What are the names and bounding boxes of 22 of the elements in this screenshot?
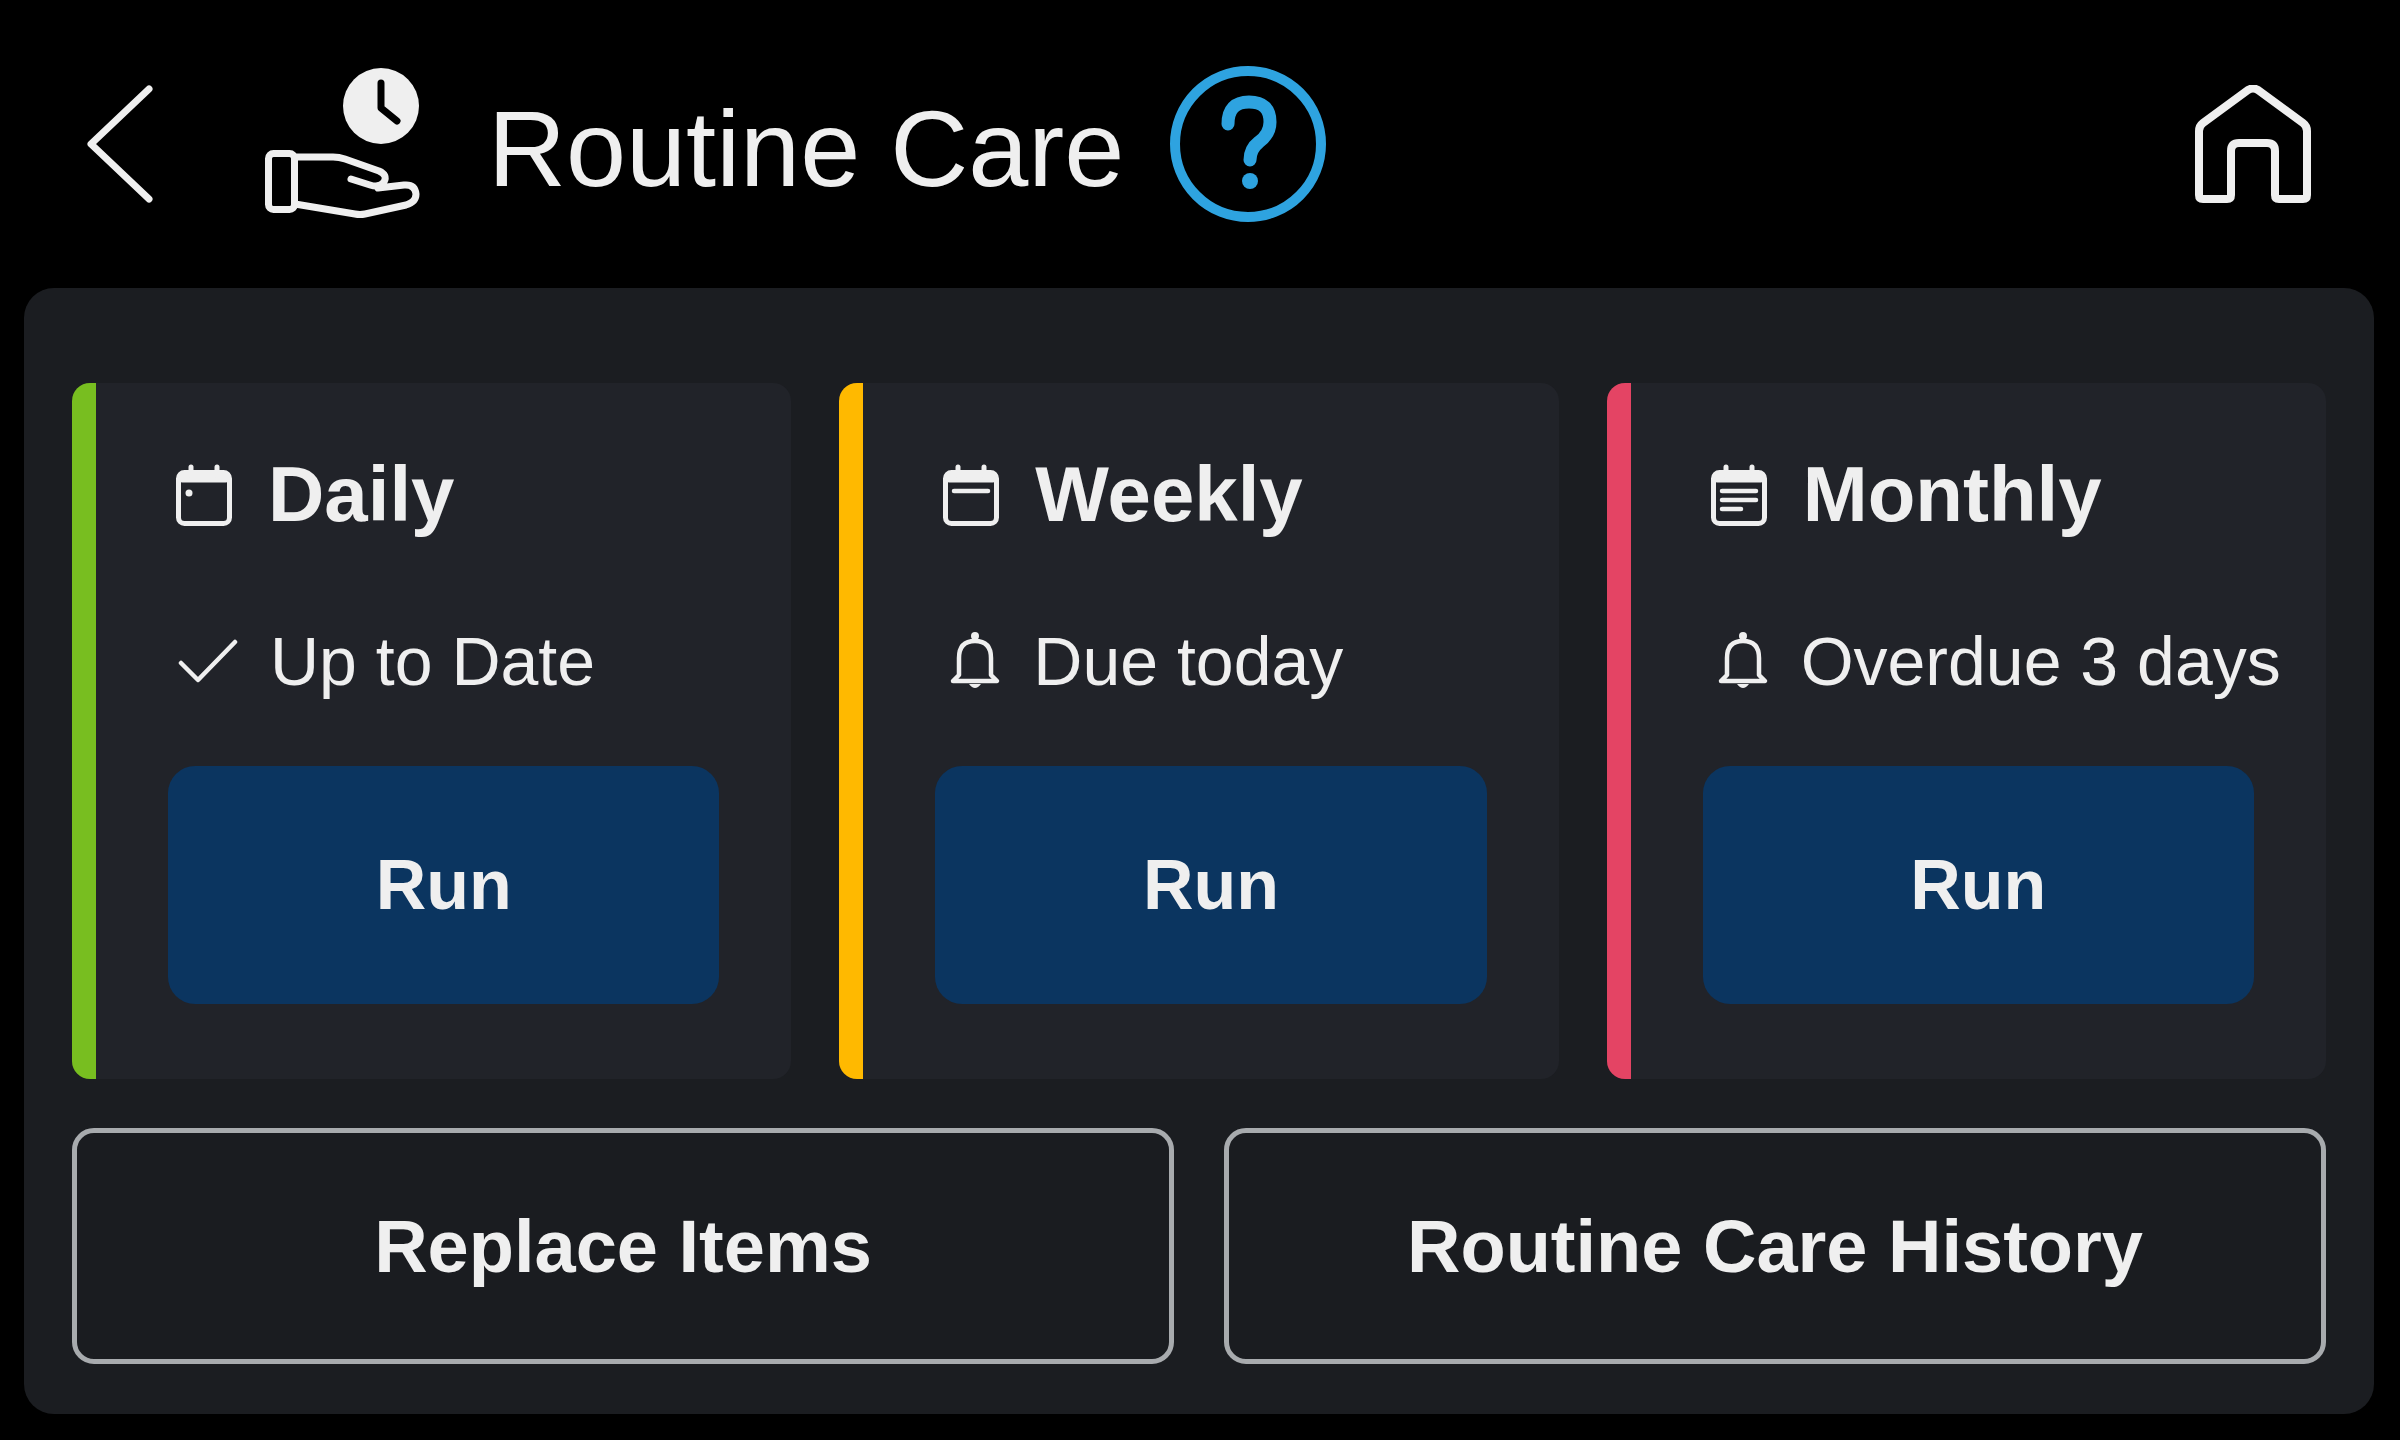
- bell-icon: [1716, 631, 1769, 691]
- action-button[interactable]: Replace Items: [72, 1128, 1174, 1364]
- hand-clock-icon: [265, 67, 420, 221]
- run-button[interactable]: Run: [935, 766, 1487, 1004]
- help-icon[interactable]: [1170, 66, 1327, 222]
- run-button[interactable]: Run: [1702, 766, 2254, 1004]
- card-title: Monthly: [1802, 452, 2102, 538]
- card-title: Weekly: [1035, 452, 1303, 538]
- calendar-icon: [1710, 464, 1767, 526]
- run-button[interactable]: Run: [168, 766, 720, 1004]
- card-title: Daily: [268, 452, 455, 538]
- bell-icon: [949, 631, 1002, 691]
- status-text: Up to Date: [270, 623, 596, 699]
- status-text: Overdue 3 days: [1800, 623, 2281, 699]
- calendar-icon: [176, 464, 232, 526]
- calendar-icon: [943, 464, 1000, 526]
- home-icon[interactable]: [2195, 85, 2311, 203]
- page-title: Routine Care: [488, 87, 1125, 212]
- status-text: Due today: [1033, 623, 1344, 699]
- action-button[interactable]: Routine Care History: [1224, 1128, 2326, 1364]
- check-icon: [178, 638, 238, 684]
- chevron-left-icon[interactable]: [87, 85, 153, 203]
